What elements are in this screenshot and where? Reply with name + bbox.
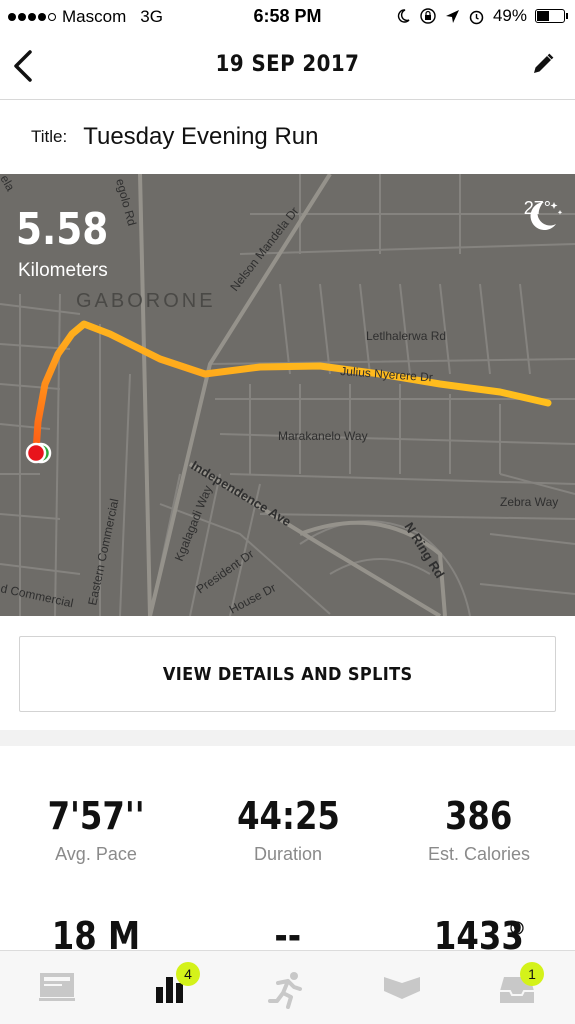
stat-avg-pace: 7'57'' Avg. Pace bbox=[0, 794, 192, 865]
alarm-icon bbox=[469, 10, 484, 24]
nav-header: 19 SEP 2017 bbox=[0, 34, 575, 100]
stat-label: Duration bbox=[253, 844, 323, 864]
map-label-eastern-commercial: Eastern Commercial bbox=[85, 497, 121, 606]
stat-value: 44:25 bbox=[236, 794, 340, 838]
stat-value: 7'57'' bbox=[47, 794, 145, 838]
tab-clubs[interactable] bbox=[382, 969, 422, 1009]
run-title-row[interactable]: Title: Tuesday Evening Run bbox=[0, 100, 575, 174]
map-label-segolo: egolo Rd bbox=[113, 177, 139, 227]
stat-value: -- bbox=[274, 914, 302, 950]
map-label-commercial: d Commercial bbox=[0, 581, 75, 610]
stat-label: Est. Calories bbox=[427, 844, 531, 864]
distance-value: 5.58 bbox=[16, 204, 109, 255]
view-details-label: VIEW DETAILS AND SPLITS bbox=[162, 663, 413, 685]
battery-icon bbox=[535, 9, 568, 23]
battery-percent: 49% bbox=[492, 6, 527, 25]
title-label: Title: bbox=[31, 127, 68, 146]
stat-elevation: 18 M bbox=[0, 914, 192, 950]
edit-button[interactable] bbox=[531, 52, 555, 76]
map-label-marakanelo: Marakanelo Way bbox=[278, 429, 368, 443]
stat-heart-rate: -- bbox=[192, 914, 384, 950]
stat-label: Avg. Pace bbox=[55, 844, 137, 864]
page-title: 19 SEP 2017 bbox=[215, 52, 360, 77]
activity-badge: 4 bbox=[176, 962, 200, 986]
tab-activity[interactable]: 4 bbox=[154, 962, 200, 1009]
feed-icon bbox=[39, 973, 75, 1001]
location-arrow-icon bbox=[445, 9, 459, 23]
map-label-city: GABORONE bbox=[76, 290, 216, 312]
battery-fill bbox=[537, 11, 550, 21]
map-label-julius-nyerere: Julius Nyerere Dr bbox=[340, 364, 433, 384]
section-divider bbox=[0, 730, 575, 746]
stat-value: 386 bbox=[445, 794, 513, 838]
status-right: 49% bbox=[395, 6, 568, 26]
stats-grid: 7'57'' Avg. Pace 44:25 Duration 386 Est.… bbox=[0, 746, 575, 950]
weather-info: 27° bbox=[524, 198, 563, 230]
stat-nike-fuel: 1433 bbox=[383, 914, 575, 950]
tab-feed[interactable] bbox=[39, 969, 79, 1009]
inbox-badge: 1 bbox=[520, 962, 544, 986]
status-bar: Mascom 3G 6:58 PM 49% bbox=[0, 0, 575, 34]
club-icon bbox=[384, 977, 420, 999]
tab-inbox[interactable]: 1 bbox=[498, 962, 544, 1009]
moon-icon bbox=[397, 9, 410, 23]
map-label-letlhalerwa: Letlhalerwa Rd bbox=[366, 329, 446, 343]
stat-duration: 44:25 Duration bbox=[192, 794, 384, 865]
tab-run[interactable] bbox=[266, 969, 306, 1009]
distance-unit: Kilometers bbox=[18, 260, 108, 281]
view-details-button[interactable]: VIEW DETAILS AND SPLITS bbox=[19, 636, 556, 712]
info-plus-icon bbox=[510, 921, 524, 935]
map-label-zebra: Zebra Way bbox=[500, 495, 558, 509]
run-title-value[interactable]: Tuesday Evening Run bbox=[83, 123, 318, 151]
tab-bar: 4 1 bbox=[0, 950, 575, 1024]
moon-stars-icon bbox=[530, 202, 563, 230]
runner-icon bbox=[268, 972, 302, 1009]
pencil-icon bbox=[534, 53, 554, 73]
rotation-lock-icon bbox=[420, 8, 436, 24]
stat-calories: 386 Est. Calories bbox=[383, 794, 575, 865]
stat-value: 18 M bbox=[51, 914, 141, 950]
map-label-ela: ela bbox=[0, 174, 18, 194]
end-marker bbox=[25, 442, 47, 464]
route-map[interactable]: GABORONE Nelson Mandela Dr Letlhalerwa R… bbox=[0, 174, 575, 616]
